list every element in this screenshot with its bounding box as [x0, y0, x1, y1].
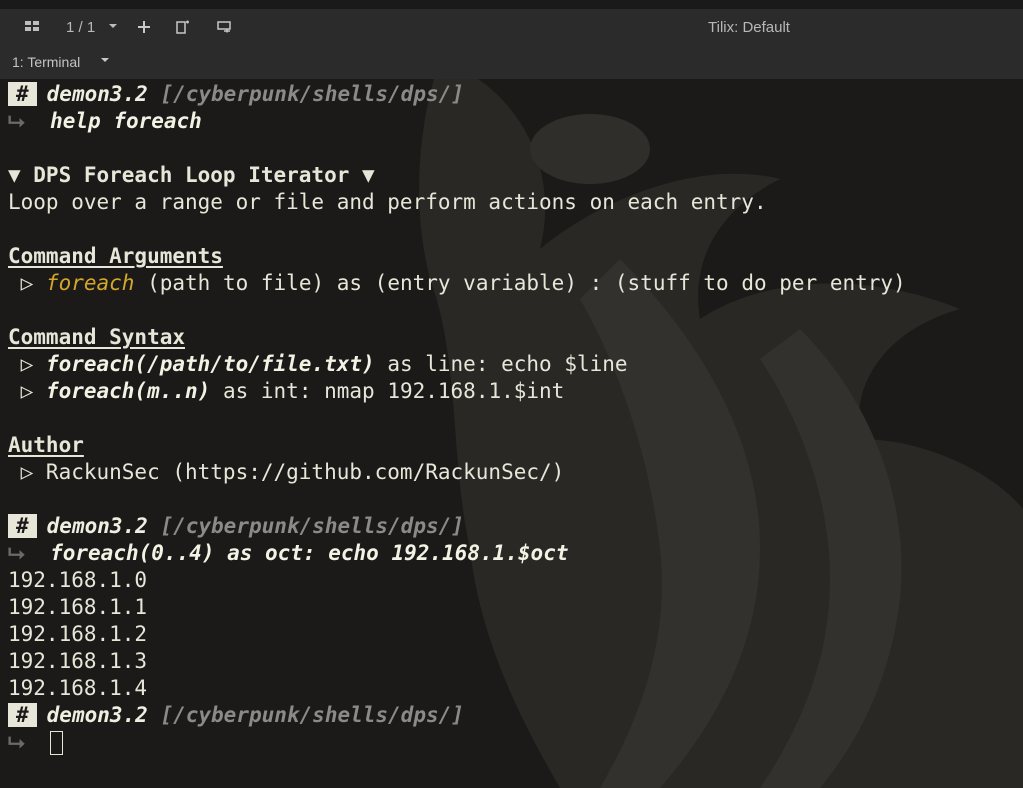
syntax-line: ▷ foreach(/path/to/file.txt) as line: ec…: [8, 351, 1023, 378]
terminal-pane[interactable]: # demon3.2 [/cyberpunk/shells/dps/] ⮡ hel…: [0, 79, 1023, 788]
output-line: 192.168.1.3: [8, 649, 148, 673]
bullet: ▷: [8, 352, 46, 376]
syntax-command: foreach(m..n): [45, 379, 211, 403]
prompt-hash: #: [8, 703, 37, 727]
author-line: ▷ RackunSec (https://github.com/RackunSe…: [8, 460, 565, 484]
section-title-author: Author: [8, 433, 84, 457]
command-text: foreach(0..4) as oct: echo 192.168.1.$oc…: [50, 541, 569, 565]
output-line: 192.168.1.4: [8, 676, 148, 700]
output-line: 192.168.1.0: [8, 568, 148, 592]
terminal-output: # demon3.2 [/cyberpunk/shells/dps/] ⮡ hel…: [8, 81, 1023, 756]
prompt-path: [/cyberpunk/shells/dps/]: [160, 514, 464, 538]
prompt-line: # demon3.2 [/cyberpunk/shells/dps/]: [8, 702, 1023, 729]
prompt-host: demon3.2: [46, 514, 148, 538]
section-title-syntax: Command Syntax: [8, 325, 186, 349]
prompt-hash: #: [8, 82, 37, 106]
help-heading: ▼ DPS Foreach Loop Iterator ▼: [8, 163, 375, 187]
keyword-foreach: foreach: [45, 271, 135, 295]
titlebar: 1 / 1 Tilix: Default 1: Terminal: [0, 0, 1023, 79]
bullet: ▷: [8, 379, 46, 403]
output-line: 192.168.1.2: [8, 622, 148, 646]
prompt-hash: #: [8, 514, 37, 538]
syntax-text: as line: echo $line: [374, 352, 628, 376]
chevron-down-icon[interactable]: [107, 19, 119, 39]
command-line: ⮡ foreach(0..4) as oct: echo 192.168.1.$…: [8, 540, 1023, 567]
plus-icon[interactable]: [136, 19, 152, 41]
input-line[interactable]: ⮡: [8, 729, 1023, 756]
syntax-command: foreach(/path/to/file.txt): [45, 352, 375, 376]
command-line: ⮡ help foreach: [8, 108, 1023, 135]
arguments-line: ▷ foreach (path to file) as (entry varia…: [8, 270, 1023, 297]
split-horizontal-icon[interactable]: [216, 19, 234, 41]
tab-menu-chevron-icon[interactable]: [99, 53, 111, 73]
prompt-line: # demon3.2 [/cyberpunk/shells/dps/]: [8, 81, 1023, 108]
output-line: 192.168.1.1: [8, 595, 148, 619]
prompt-line: # demon3.2 [/cyberpunk/shells/dps/]: [8, 513, 1023, 540]
help-description: Loop over a range or file and perform ac…: [8, 190, 767, 214]
prompt-host: demon3.2: [46, 703, 148, 727]
syntax-text: as int: nmap 192.168.1.$int: [210, 379, 565, 403]
arguments-text: (path to file) as (entry variable) : (st…: [134, 271, 906, 295]
prompt-arrow-icon: ⮡: [8, 730, 25, 754]
text-cursor[interactable]: [50, 731, 64, 755]
terminal-tab-label[interactable]: 1: Terminal: [12, 53, 80, 71]
bullet: ▷: [8, 271, 46, 295]
session-count[interactable]: 1 / 1: [66, 18, 95, 38]
prompt-arrow-icon: ⮡: [8, 541, 25, 565]
split-vertical-icon[interactable]: [175, 19, 191, 41]
syntax-line: ▷ foreach(m..n) as int: nmap 192.168.1.$…: [8, 378, 1023, 405]
tilix-window: 1 / 1 Tilix: Default 1: Terminal # demon…: [0, 0, 1023, 788]
prompt-arrow-icon: ⮡: [8, 109, 25, 133]
grid-icon[interactable]: [24, 19, 40, 39]
window-title: Tilix: Default: [708, 19, 790, 36]
prompt-path: [/cyberpunk/shells/dps/]: [160, 703, 464, 727]
section-title-arguments: Command Arguments: [8, 244, 223, 268]
prompt-path: [/cyberpunk/shells/dps/]: [160, 82, 464, 106]
command-text: help foreach: [50, 109, 202, 133]
prompt-host: demon3.2: [46, 82, 148, 106]
